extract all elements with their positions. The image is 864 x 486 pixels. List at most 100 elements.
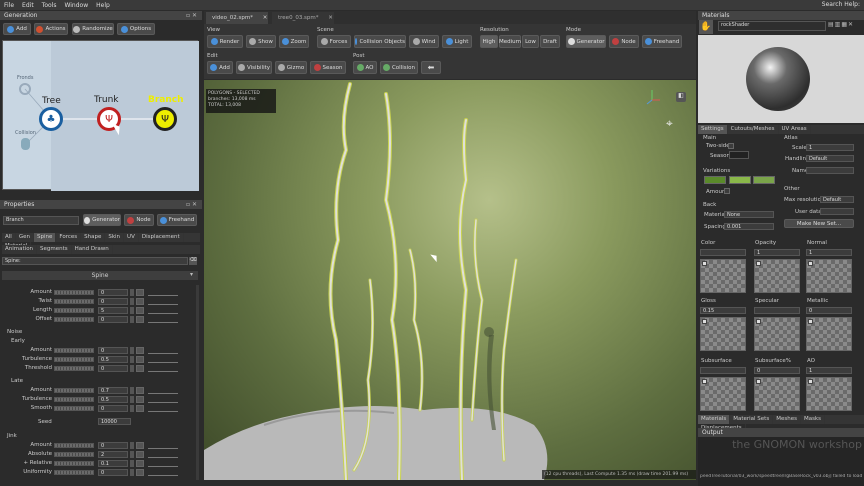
property-filter-input[interactable]: Spine: xyxy=(2,257,188,265)
spin-arrows-icon[interactable] xyxy=(130,387,134,394)
tab-uv-areas[interactable]: UV Areas xyxy=(779,125,811,134)
property-value-field[interactable]: 0.5 xyxy=(98,396,128,403)
property-slider[interactable] xyxy=(54,357,94,362)
tree-node[interactable]: ♣ xyxy=(39,107,63,131)
tab-segments[interactable]: Segments xyxy=(37,245,72,254)
property-slider[interactable] xyxy=(54,452,94,457)
curve-toggle-icon[interactable] xyxy=(136,316,144,323)
property-slider[interactable] xyxy=(54,290,94,295)
two-sided-checkbox[interactable] xyxy=(728,143,734,149)
tab-settings[interactable]: Settings xyxy=(698,125,728,134)
mode-node-button[interactable]: Node xyxy=(609,35,639,48)
curve-toggle-icon[interactable] xyxy=(136,387,144,394)
doc-tab-tree003[interactable]: tree0_03.spm* ✕ xyxy=(272,12,334,24)
menu-window[interactable]: Window xyxy=(64,2,88,9)
map-value-field[interactable]: 1 xyxy=(806,367,852,374)
curve-preview[interactable] xyxy=(148,460,178,467)
spacing-field[interactable]: 0.001 xyxy=(724,223,774,230)
forces-button[interactable]: Forces xyxy=(317,35,351,48)
prop-freehand-button[interactable]: Freehand xyxy=(157,214,197,226)
spin-arrows-icon[interactable] xyxy=(130,347,134,354)
scale-field[interactable]: 1 xyxy=(806,144,854,151)
season-button[interactable]: Season xyxy=(310,61,346,74)
res-draft-button[interactable]: Draft xyxy=(540,35,560,48)
map-value-field[interactable] xyxy=(700,367,746,374)
map-enable-checkbox[interactable] xyxy=(756,379,761,384)
curve-preview[interactable] xyxy=(148,442,178,449)
spin-arrows-icon[interactable] xyxy=(130,365,134,372)
property-value-field[interactable]: 2 xyxy=(98,451,128,458)
mode-generator-button[interactable]: Generator xyxy=(566,35,606,48)
tab-uv[interactable]: UV xyxy=(124,233,139,242)
spin-arrows-icon[interactable] xyxy=(130,289,134,296)
tab-material-sets[interactable]: Material Sets xyxy=(730,415,774,424)
map-enable-checkbox[interactable] xyxy=(756,319,761,324)
actions-button[interactable]: Actions xyxy=(34,23,68,35)
tab-displacement[interactable]: Displacement xyxy=(139,233,184,242)
spin-arrows-icon[interactable] xyxy=(130,442,134,449)
property-slider[interactable] xyxy=(54,406,94,411)
tab-materials[interactable]: Materials xyxy=(698,415,731,424)
properties-float-close-icon[interactable]: ▫ ✕ xyxy=(186,201,197,208)
curve-preview[interactable] xyxy=(148,396,178,403)
variation-swatch-2[interactable] xyxy=(729,176,751,184)
curve-toggle-icon[interactable] xyxy=(136,460,144,467)
show-button[interactable]: Show xyxy=(246,35,276,48)
wind-button[interactable]: Wind xyxy=(409,35,439,48)
curve-preview[interactable] xyxy=(148,316,178,323)
spin-arrows-icon[interactable] xyxy=(130,460,134,467)
doc-tab-video02[interactable]: video_02.spm* ✕ xyxy=(206,12,268,24)
tab-forces[interactable]: Forces xyxy=(56,233,82,242)
seed-field[interactable]: 10000 xyxy=(98,418,131,425)
back-material-dropdown[interactable]: None xyxy=(724,211,774,218)
property-slider[interactable] xyxy=(54,366,94,371)
curve-preview[interactable] xyxy=(148,356,178,363)
curve-preview[interactable] xyxy=(148,289,178,296)
clear-filter-icon[interactable]: ⌫ xyxy=(189,257,197,265)
generation-graph[interactable]: Fronds Collision Tree ♣ Trunk Ψ Branch Ψ xyxy=(2,40,199,191)
tab-skin[interactable]: Skin xyxy=(105,233,125,242)
property-value-field[interactable]: 0 xyxy=(98,298,128,305)
curve-toggle-icon[interactable] xyxy=(136,442,144,449)
map-enable-checkbox[interactable] xyxy=(808,261,813,266)
property-slider[interactable] xyxy=(54,443,94,448)
menu-file[interactable]: File xyxy=(4,2,14,9)
curve-preview[interactable] xyxy=(148,405,178,412)
tab-gen[interactable]: Gen xyxy=(16,233,34,242)
map-enable-checkbox[interactable] xyxy=(702,319,707,324)
curve-toggle-icon[interactable] xyxy=(136,307,144,314)
visibility-button[interactable]: Visibility xyxy=(236,61,272,74)
curve-toggle-icon[interactable] xyxy=(136,298,144,305)
edit-add-button[interactable]: Add xyxy=(207,61,233,74)
curve-preview[interactable] xyxy=(148,365,178,372)
tab-hand-drawn[interactable]: Hand Drawn xyxy=(72,245,113,254)
spin-arrows-icon[interactable] xyxy=(130,356,134,363)
material-preview[interactable] xyxy=(698,35,864,123)
output-console[interactable]: the GNOMON workshop peedTreeTutorial/03_… xyxy=(698,437,864,486)
property-slider[interactable] xyxy=(54,388,94,393)
tab-spine[interactable]: Spine xyxy=(33,233,57,242)
property-value-field[interactable]: 5 xyxy=(98,307,128,314)
curve-preview[interactable] xyxy=(148,298,178,305)
amount-checkbox[interactable] xyxy=(724,188,730,194)
property-slider[interactable] xyxy=(54,317,94,322)
tab-masks[interactable]: Masks xyxy=(801,415,825,424)
prop-generator-button[interactable]: Generator xyxy=(83,214,121,226)
ao-button[interactable]: AO xyxy=(353,61,377,74)
spin-arrows-icon[interactable] xyxy=(130,469,134,476)
mode-freehand-button[interactable]: Freehand xyxy=(642,35,682,48)
curve-toggle-icon[interactable] xyxy=(136,289,144,296)
add-node-button[interactable]: Add xyxy=(3,23,31,35)
map-value-field[interactable]: 0.15 xyxy=(700,307,746,314)
tab-meshes[interactable]: Meshes xyxy=(773,415,801,424)
curve-toggle-icon[interactable] xyxy=(136,365,144,372)
zoom-button[interactable]: Zoom xyxy=(279,35,309,48)
close-tab-icon[interactable]: ✕ xyxy=(263,15,268,21)
hand-pick-icon[interactable]: ✋ xyxy=(699,20,713,34)
prop-node-button[interactable]: Node xyxy=(124,214,154,226)
property-value-field[interactable]: 0 xyxy=(98,469,128,476)
collision-node[interactable] xyxy=(21,138,30,150)
randomize-button[interactable]: Randomize xyxy=(72,23,114,35)
spin-arrows-icon[interactable] xyxy=(130,405,134,412)
curve-toggle-icon[interactable] xyxy=(136,469,144,476)
